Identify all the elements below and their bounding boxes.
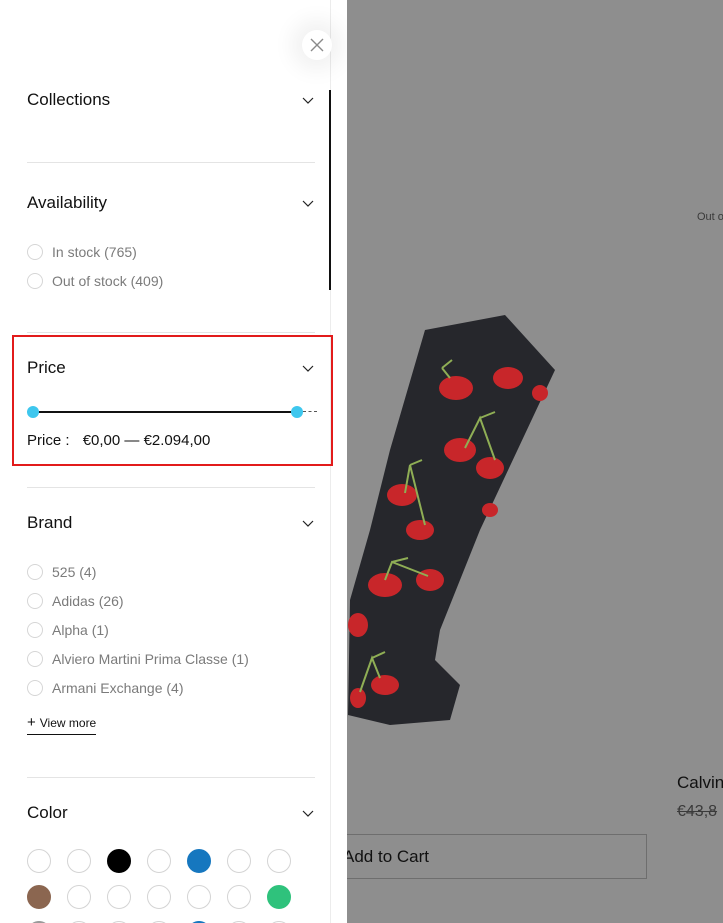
color-swatch[interactable]	[107, 885, 131, 909]
add-to-cart-button[interactable]: Add to Cart	[326, 834, 647, 879]
availability-section-toggle[interactable]: Availability	[27, 193, 315, 213]
color-swatch[interactable]	[67, 849, 91, 873]
chevron-down-icon	[301, 363, 315, 373]
color-section-toggle[interactable]: Color	[27, 803, 315, 823]
availability-option-in-stock[interactable]: In stock (765)	[27, 244, 137, 260]
option-label: Alpha (1)	[52, 622, 109, 638]
price-section-toggle[interactable]: Price	[27, 358, 315, 378]
brand-option-alviero-martini[interactable]: Alviero Martini Prima Classe (1)	[27, 651, 249, 667]
option-label: Adidas (26)	[52, 593, 124, 609]
view-more-label: View more	[39, 716, 97, 730]
collections-section-toggle[interactable]: Collections	[27, 90, 315, 110]
brand-option-armani-exchange[interactable]: Armani Exchange (4)	[27, 680, 184, 696]
option-label: Out of stock (409)	[52, 273, 164, 289]
radio-button[interactable]	[27, 622, 43, 638]
radio-button[interactable]	[27, 593, 43, 609]
divider	[27, 332, 315, 333]
option-label: 525 (4)	[52, 564, 97, 580]
color-swatch[interactable]	[187, 885, 211, 909]
availability-option-out-of-stock[interactable]: Out of stock (409)	[27, 273, 163, 289]
option-label: In stock (765)	[52, 244, 137, 260]
option-label: Armani Exchange (4)	[52, 680, 184, 696]
radio-button[interactable]	[27, 273, 43, 289]
color-swatch[interactable]	[67, 885, 91, 909]
price-separator: —	[124, 432, 140, 449]
brand-option-adidas[interactable]: Adidas (26)	[27, 593, 124, 609]
divider	[27, 777, 315, 778]
color-swatch[interactable]	[227, 885, 251, 909]
product-price: €43,8	[677, 803, 718, 820]
close-icon	[310, 38, 324, 52]
chevron-down-icon	[301, 198, 315, 208]
out-of-stock-badge: Out o	[697, 211, 723, 223]
filter-drawer: Collections Availability In stock (765) …	[0, 0, 347, 923]
chevron-down-icon	[301, 808, 315, 818]
brand-section-toggle[interactable]: Brand	[27, 513, 315, 533]
close-button[interactable]	[302, 30, 332, 60]
divider	[27, 162, 315, 163]
radio-button[interactable]	[27, 680, 43, 696]
color-swatch[interactable]	[27, 885, 51, 909]
brand-title: Brand	[27, 513, 73, 532]
brand-option-525[interactable]: 525 (4)	[27, 564, 96, 580]
slider-max-handle[interactable]	[291, 406, 303, 418]
radio-button[interactable]	[27, 564, 43, 580]
color-swatch[interactable]	[187, 849, 211, 873]
chevron-down-icon	[301, 95, 315, 105]
color-swatch[interactable]	[147, 849, 171, 873]
product-title[interactable]: Calvin	[677, 773, 723, 793]
color-title: Color	[27, 803, 68, 822]
color-swatch[interactable]	[267, 885, 291, 909]
color-swatch[interactable]	[227, 849, 251, 873]
radio-button[interactable]	[27, 651, 43, 667]
brand-option-alpha[interactable]: Alpha (1)	[27, 622, 109, 638]
price-range-slider[interactable]	[27, 402, 317, 422]
drawer-scrollbar-thumb[interactable]	[329, 90, 331, 290]
plus-icon: +	[27, 714, 36, 731]
divider	[27, 487, 315, 488]
availability-title: Availability	[27, 193, 108, 212]
slider-track	[33, 411, 297, 413]
color-swatch[interactable]	[27, 849, 51, 873]
slider-track-overflow	[303, 411, 317, 412]
color-swatch[interactable]	[267, 849, 291, 873]
collections-title: Collections	[27, 90, 111, 109]
price-min-value: €0,00	[82, 432, 121, 449]
view-more-link[interactable]: + View more	[27, 714, 97, 735]
price-range-text: Price : €0,00 — €2.094,00	[27, 432, 210, 449]
price-label: Price :	[27, 432, 70, 449]
color-swatch[interactable]	[147, 885, 171, 909]
option-label: Alviero Martini Prima Classe (1)	[52, 651, 249, 667]
slider-min-handle[interactable]	[27, 406, 39, 418]
product-image-sock	[348, 315, 555, 725]
chevron-down-icon	[301, 518, 315, 528]
price-max-value: €2.094,00	[143, 432, 211, 449]
price-title: Price	[27, 358, 66, 377]
color-swatch[interactable]	[107, 849, 131, 873]
radio-button[interactable]	[27, 244, 43, 260]
